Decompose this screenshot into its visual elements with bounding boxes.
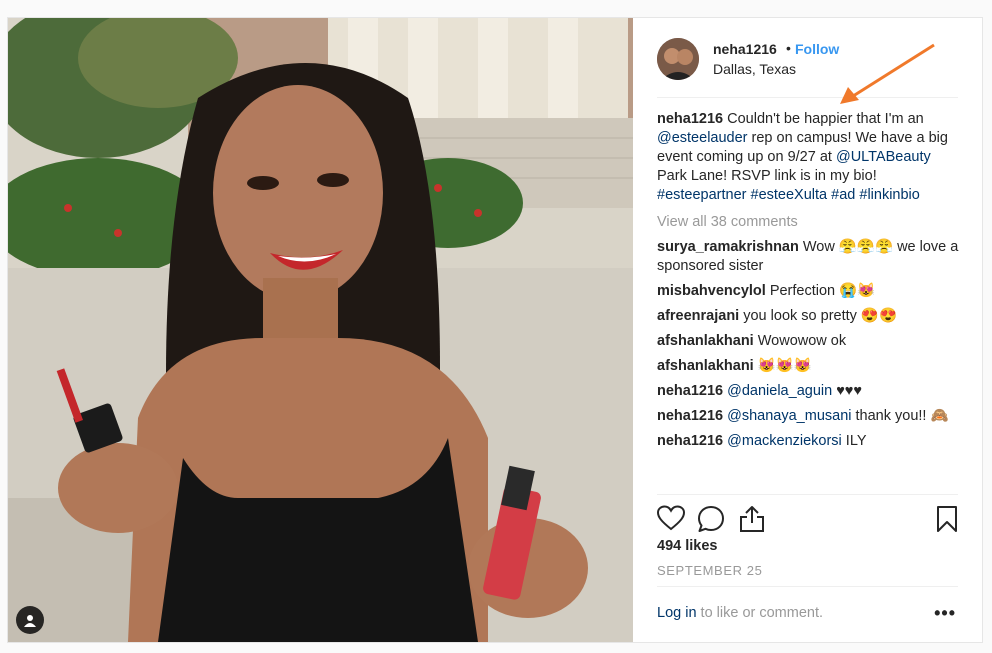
comment-text: thank you!! 🙈 <box>851 408 949 424</box>
likes-count[interactable]: 494 likes <box>657 538 717 554</box>
annotation-arrow-icon <box>840 43 935 104</box>
mention-link[interactable]: @daniela_aguin <box>727 383 832 399</box>
comment-text: you look so pretty 😍😍 <box>739 308 898 324</box>
action-bar <box>656 494 958 544</box>
login-prompt: Log in to like or comment. <box>657 605 823 621</box>
login-link[interactable]: Log in <box>657 605 697 621</box>
comment-text: 😻😻😻 <box>753 358 812 374</box>
user-tag-icon[interactable] <box>16 606 44 634</box>
mention-link[interactable]: @shanaya_musani <box>727 408 851 424</box>
comment-username[interactable]: surya_ramakrishnan <box>657 239 799 255</box>
post-date: SEPTEMBER 25 <box>657 563 763 578</box>
comment-item: afshanlakhani Wowowow ok <box>657 332 964 351</box>
login-bar: Log in to like or comment. ••• <box>657 586 958 642</box>
comment-item: neha1216 @daniela_aguin ♥♥♥ <box>657 382 964 401</box>
hashtag-link[interactable]: #esteeXulta <box>751 187 828 203</box>
caption-username[interactable]: neha1216 <box>657 111 723 127</box>
more-options-icon[interactable]: ••• <box>934 603 956 624</box>
caption-text: Park Lane! RSVP link is in my bio! <box>657 168 877 184</box>
comment-text: Perfection 😭😻 <box>765 283 876 299</box>
mention-link[interactable]: @mackenziekorsi <box>727 433 842 449</box>
avatar[interactable] <box>657 38 699 80</box>
comment-text: ILY <box>841 433 867 449</box>
comment-username[interactable]: afshanlakhani <box>657 358 754 374</box>
mention-link[interactable]: @esteelauder <box>657 130 748 146</box>
location-link[interactable]: Dallas, Texas <box>713 61 796 77</box>
caption-text: Couldn't be happier that I'm an <box>723 111 924 127</box>
login-prompt-text: to like or comment. <box>696 605 824 621</box>
comment-item: neha1216 @mackenziekorsi ILY <box>657 432 964 451</box>
header-username[interactable]: neha1216 <box>713 41 777 57</box>
post-caption: neha1216 Couldn't be happier that I'm an… <box>657 110 964 205</box>
comment-text: Wowowow ok <box>753 333 847 349</box>
post-photo[interactable] <box>8 18 633 642</box>
mention-link[interactable]: @ULTABeauty <box>836 149 931 165</box>
comment-item: misbahvencylol Perfection 😭😻 <box>657 282 964 301</box>
post-card: neha1216 • Follow Dallas, Texas neha1216… <box>7 17 983 643</box>
post-side-panel: neha1216 • Follow Dallas, Texas neha1216… <box>633 18 982 642</box>
comment-text: ♥♥♥ <box>832 383 863 399</box>
comment-username[interactable]: afreenrajani <box>657 308 739 324</box>
comment-username[interactable]: neha1216 <box>657 383 723 399</box>
view-all-comments-link[interactable]: View all 38 comments <box>657 213 964 232</box>
separator-dot: • <box>786 40 791 56</box>
comment-username[interactable]: misbahvencylol <box>657 283 766 299</box>
hashtag-link[interactable]: #ad <box>831 187 855 203</box>
comment-icon[interactable] <box>697 505 725 536</box>
photo-illustration <box>8 18 633 642</box>
comment-username[interactable]: neha1216 <box>657 408 723 424</box>
comment-username[interactable]: neha1216 <box>657 433 723 449</box>
share-icon[interactable] <box>739 505 765 536</box>
hashtag-link[interactable]: #linkinbio <box>859 187 919 203</box>
comment-item: neha1216 @shanaya_musani thank you!! 🙈 <box>657 407 964 426</box>
follow-button[interactable]: Follow <box>795 41 839 57</box>
heart-icon[interactable] <box>656 505 686 534</box>
comment-username[interactable]: afshanlakhani <box>657 333 754 349</box>
bookmark-icon[interactable] <box>936 505 958 536</box>
comment-item: afreenrajani you look so pretty 😍😍 <box>657 307 964 326</box>
comment-item: afshanlakhani 😻😻😻 <box>657 357 964 376</box>
comments-list: neha1216 Couldn't be happier that I'm an… <box>657 110 964 457</box>
comment-item: surya_ramakrishnan Wow 😤😤😤 we love a spo… <box>657 238 964 276</box>
hashtag-link[interactable]: #esteepartner <box>657 187 746 203</box>
